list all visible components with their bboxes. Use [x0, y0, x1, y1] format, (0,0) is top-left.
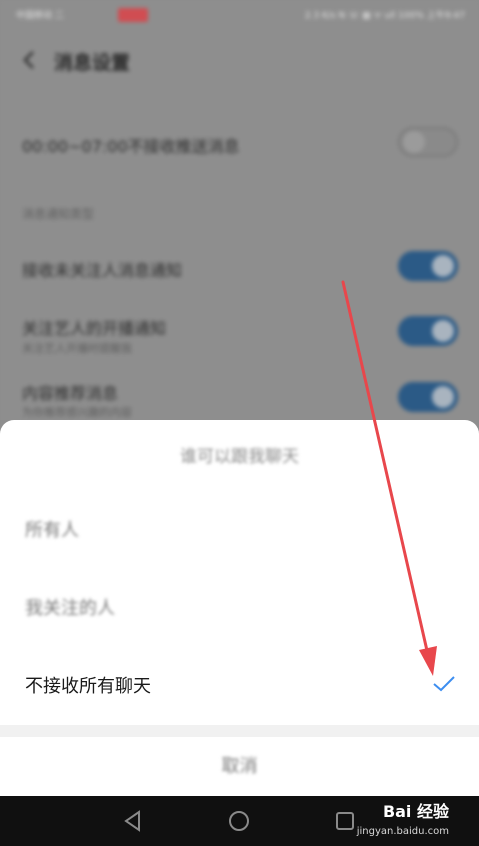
- notification-icon: [118, 8, 148, 22]
- toggle-unfollowed-messages[interactable]: [398, 251, 458, 281]
- home-circle-icon[interactable]: [226, 808, 252, 834]
- status-bar: 中国移动 二 2.3 K/s N ☏ ▦ ᯤ ull 100% 上午9:47: [0, 0, 479, 32]
- back-arrow-icon[interactable]: [18, 48, 42, 72]
- option-label: 我关注的人: [25, 598, 115, 619]
- quiet-hours-label: 00:00~07:00不接收推送消息: [22, 137, 240, 156]
- setting-label-unfollowed-messages: 接收未关注人消息通知: [22, 261, 183, 280]
- status-indicators: 2.3 K/s N ☏ ▦ ᯤ ull 100% 上午9:47: [304, 11, 465, 21]
- back-triangle-icon[interactable]: [120, 808, 146, 834]
- setting-sub-recommend: 为你推荐感兴趣的内容: [22, 406, 132, 419]
- option-label: 所有人: [25, 520, 79, 541]
- cancel-button[interactable]: 取消: [0, 737, 479, 796]
- option-everyone[interactable]: 所有人: [0, 494, 479, 564]
- setting-label-recommend: 内容推荐消息: [22, 384, 119, 403]
- toggle-live-notify[interactable]: [398, 316, 458, 346]
- system-nav-bar: Bai 经验 jingyan.baidu.com: [0, 796, 479, 846]
- sheet-title: 谁可以跟我聊天: [180, 447, 299, 467]
- recents-square-icon[interactable]: [332, 808, 358, 834]
- quiet-hours-toggle[interactable]: [398, 127, 458, 157]
- toggle-knob: [403, 131, 425, 153]
- toggle-knob: [432, 320, 454, 342]
- cancel-label: 取消: [221, 756, 258, 777]
- watermark-brand: Bai 经验: [382, 802, 449, 821]
- setting-sub-live-notify: 关注艺人开播时提醒我: [22, 342, 132, 355]
- page-header: 消息设置: [0, 36, 479, 86]
- option-label: 不接收所有聊天: [25, 676, 151, 697]
- option-reject-all[interactable]: 不接收所有聊天: [0, 650, 479, 720]
- chat-permission-sheet: 谁可以跟我聊天 所有人 我关注的人 不接收所有聊天 取消: [0, 420, 479, 796]
- carrier-text: 中国移动 二: [16, 11, 64, 21]
- setting-label-live-notify: 关注艺人的开播通知: [22, 319, 167, 338]
- watermark-site: jingyan.baidu.com: [356, 826, 449, 837]
- page-title: 消息设置: [54, 52, 131, 74]
- section-label: 消息通知类型: [22, 207, 95, 221]
- option-following[interactable]: 我关注的人: [0, 572, 479, 642]
- toggle-knob: [432, 386, 454, 408]
- toggle-recommend[interactable]: [398, 382, 458, 412]
- toggle-knob: [432, 255, 454, 277]
- checkmark-icon: [433, 676, 455, 692]
- sheet-divider: [0, 725, 479, 737]
